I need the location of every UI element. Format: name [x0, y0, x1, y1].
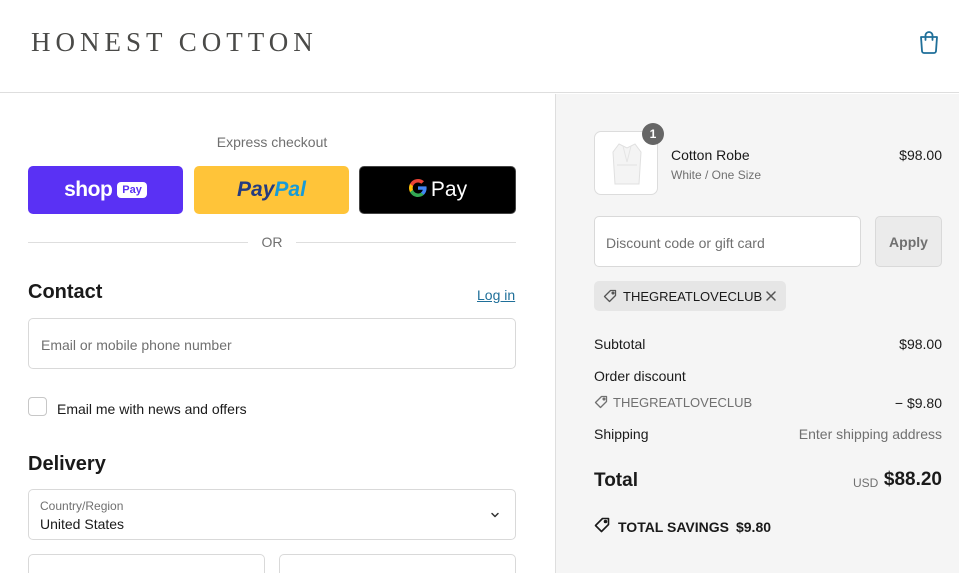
log-in-link[interactable]: Log in [477, 287, 515, 303]
country-value: United States [40, 516, 125, 532]
order-discount-code: THEGREATLOVECLUB [613, 395, 753, 410]
shipping-value: Enter shipping address [798, 426, 942, 442]
applied-discount-chip: THEGREATLOVECLUB [594, 281, 786, 311]
subtotal-label: Subtotal [594, 336, 646, 352]
paypal-wordmark-part1: Pay [237, 178, 275, 201]
email-field[interactable]: Email or mobile phone number [28, 318, 516, 369]
savings-value: $9.80 [735, 518, 772, 535]
tag-icon [594, 395, 608, 409]
paypal-wordmark-part2: Pal [274, 178, 306, 201]
total-value: $88.20 [883, 469, 942, 490]
brand-logo[interactable]: HONEST COTTON [31, 27, 318, 58]
checkout-form: Express checkout shop Pay Pay Pal Pay OR … [0, 94, 555, 573]
order-discount-label: Order discount [594, 368, 686, 384]
contact-heading: Contact [28, 281, 103, 303]
shopping-bag-icon[interactable] [918, 30, 940, 54]
total-savings: TOTAL SAVINGS $9.80 [594, 517, 771, 536]
apply-discount-button[interactable]: Apply [875, 216, 942, 267]
google-pay-button[interactable]: Pay [359, 166, 516, 214]
quantity-badge: 1 [642, 123, 664, 145]
google-pay-word: Pay [430, 178, 468, 201]
chevron-down-icon [489, 508, 501, 520]
site-header: HONEST COTTON [0, 0, 959, 93]
product-variant: White / One Size [671, 168, 762, 182]
discount-code-input[interactable]: Discount code or gift card [594, 216, 861, 267]
paypal-button[interactable]: Pay Pal [194, 166, 349, 214]
subtotal-value: $98.00 [899, 336, 942, 352]
order-discount-value: − $9.80 [894, 395, 942, 411]
or-text: OR [261, 234, 283, 250]
or-divider: OR [28, 234, 516, 250]
google-g-icon [408, 177, 428, 204]
discount-placeholder: Discount code or gift card [606, 235, 765, 251]
total-label: Total [594, 470, 638, 491]
delivery-heading: Delivery [28, 453, 106, 475]
country-label: Country/Region [40, 499, 124, 513]
product-price: $98.00 [899, 147, 942, 163]
shop-pay-pill: Pay [117, 182, 147, 198]
tag-icon [594, 517, 618, 536]
newsletter-checkbox[interactable] [28, 397, 47, 416]
country-select[interactable]: Country/Region United States [28, 489, 516, 540]
order-summary: 1 Cotton Robe White / One Size $98.00 Di… [555, 94, 959, 573]
express-checkout-label: Express checkout [216, 134, 328, 150]
shop-pay-wordmark: shop [64, 178, 113, 201]
savings-label: TOTAL SAVINGS [618, 518, 729, 535]
applied-discount-code: THEGREATLOVECLUB [623, 288, 763, 304]
shipping-label: Shipping [594, 426, 649, 442]
product-name: Cotton Robe [671, 147, 750, 163]
last-name-field[interactable] [279, 554, 516, 573]
newsletter-label: Email me with news and offers [57, 401, 247, 417]
remove-discount-icon[interactable] [765, 289, 777, 301]
shop-pay-button[interactable]: shop Pay [28, 166, 183, 214]
first-name-field[interactable] [28, 554, 265, 573]
tag-icon [603, 289, 617, 303]
email-placeholder: Email or mobile phone number [41, 337, 232, 353]
